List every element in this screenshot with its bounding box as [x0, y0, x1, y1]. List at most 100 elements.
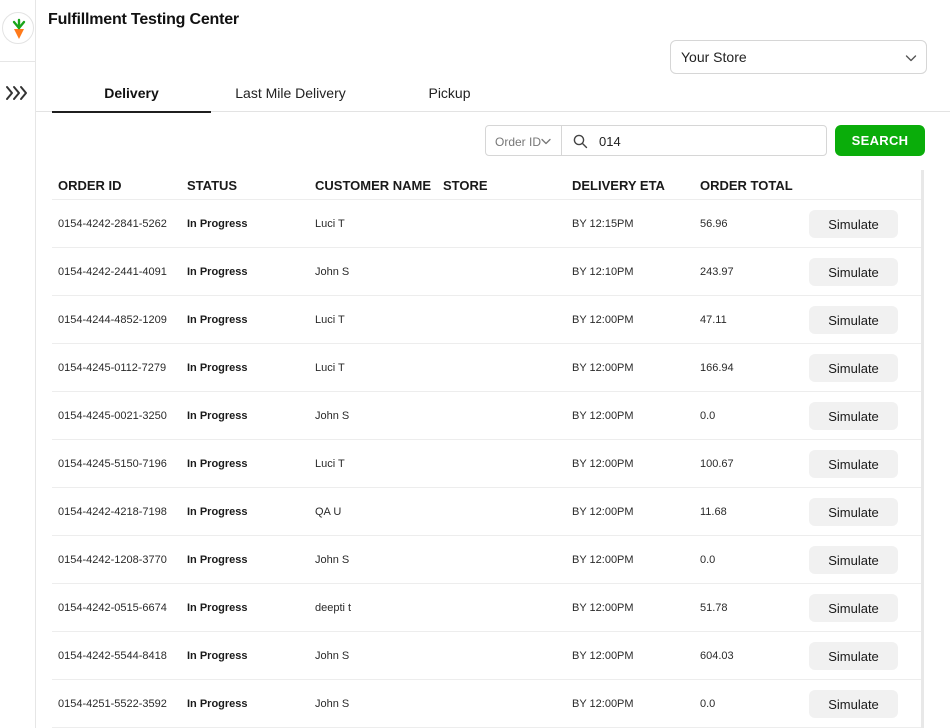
header-delivery-eta: DELIVERY ETA: [572, 178, 665, 193]
table-row: 0154-4242-2441-4091 In Progress John S BY 1…: [52, 248, 921, 296]
cell-status: In Progress: [187, 362, 248, 374]
cell-delivery-eta: BY 12:10PM: [572, 266, 634, 278]
cell-order-total: 166.94: [700, 362, 734, 374]
cell-order-total: 56.96: [700, 218, 728, 230]
cell-customer-name: QA U: [315, 506, 342, 518]
cell-order-id: 0154-4242-5544-8418: [58, 650, 167, 662]
cell-delivery-eta: BY 12:00PM: [572, 650, 634, 662]
cell-customer-name: John S: [315, 266, 350, 278]
tab-delivery[interactable]: Delivery: [52, 85, 211, 113]
simulate-button[interactable]: Simulate: [809, 210, 898, 238]
cell-order-id: 0154-4245-0112-7279: [58, 362, 167, 374]
table-row: 0154-4245-5150-7196 In Progress Luci T BY 1…: [52, 440, 921, 488]
cell-order-id: 0154-4242-4218-7198: [58, 506, 167, 518]
cell-delivery-eta: BY 12:00PM: [572, 314, 634, 326]
chevron-down-icon: [905, 55, 917, 62]
table-row: 0154-4245-0021-3250 In Progress John S BY 1…: [52, 392, 921, 440]
table-row: 0154-4244-4852-1209 In Progress Luci T BY 1…: [52, 296, 921, 344]
cell-delivery-eta: BY 12:00PM: [572, 554, 634, 566]
cell-order-id: 0154-4251-5522-3592: [58, 698, 167, 710]
header-customer-name: CUSTOMER NAME: [315, 178, 432, 193]
table-row: 0154-4242-4218-7198 In Progress QA U BY 12:…: [52, 488, 921, 536]
search-input[interactable]: [599, 131, 819, 151]
simulate-button[interactable]: Simulate: [809, 258, 898, 286]
simulate-button[interactable]: Simulate: [809, 306, 898, 334]
cell-status: In Progress: [187, 650, 248, 662]
search-button[interactable]: SEARCH: [835, 125, 925, 156]
cell-status: In Progress: [187, 410, 248, 422]
cell-order-id: 0154-4245-5150-7196: [58, 458, 167, 470]
cell-status: In Progress: [187, 218, 248, 230]
cell-status: In Progress: [187, 554, 248, 566]
store-select[interactable]: Your Store: [670, 40, 927, 74]
table-row: 0154-4242-0515-6674 In Progress deepti t BY…: [52, 584, 921, 632]
simulate-button[interactable]: Simulate: [809, 498, 898, 526]
tab-pickup[interactable]: Pickup: [370, 85, 529, 112]
tab-last-mile-delivery[interactable]: Last Mile Delivery: [211, 85, 370, 112]
rail-divider: [0, 61, 36, 62]
cell-customer-name: John S: [315, 554, 350, 566]
cell-order-id: 0154-4242-1208-3770: [58, 554, 167, 566]
cell-customer-name: John S: [315, 410, 350, 422]
header-order-total: ORDER TOTAL: [700, 178, 793, 193]
carrot-logo-icon: [12, 18, 26, 39]
simulate-button[interactable]: Simulate: [809, 354, 898, 382]
cell-order-total: 243.97: [700, 266, 734, 278]
simulate-button[interactable]: Simulate: [809, 594, 898, 622]
brand-logo: [2, 12, 34, 44]
table-row: 0154-4251-5522-3592 In Progress John S BY 1…: [52, 680, 921, 728]
cell-delivery-eta: BY 12:00PM: [572, 362, 634, 374]
cell-order-total: 51.78: [700, 602, 728, 614]
cell-delivery-eta: BY 12:15PM: [572, 218, 634, 230]
cell-customer-name: Luci T: [315, 362, 345, 374]
simulate-button[interactable]: Simulate: [809, 642, 898, 670]
table-header: ORDER ID STATUS CUSTOMER NAME STORE DELI…: [52, 170, 921, 200]
page-title: Fulfillment Testing Center: [48, 11, 239, 28]
store-select-label: Your Store: [681, 49, 747, 65]
simulate-button[interactable]: Simulate: [809, 690, 898, 718]
cell-order-total: 604.03: [700, 650, 734, 662]
header-status: STATUS: [187, 178, 238, 193]
cell-order-total: 0.0: [700, 554, 716, 566]
cell-delivery-eta: BY 12:00PM: [572, 602, 634, 614]
search-icon: [573, 134, 588, 149]
cell-customer-name: Luci T: [315, 218, 345, 230]
table-row: 0154-4242-2841-5262 In Progress Luci T BY 1…: [52, 200, 921, 248]
header-store: STORE: [443, 178, 488, 193]
simulate-button[interactable]: Simulate: [809, 450, 898, 478]
cell-customer-name: Luci T: [315, 458, 345, 470]
simulate-button[interactable]: Simulate: [809, 402, 898, 430]
cell-delivery-eta: BY 12:00PM: [572, 458, 634, 470]
cell-delivery-eta: BY 12:00PM: [572, 698, 634, 710]
table-row: 0154-4242-5544-8418 In Progress John S BY 1…: [52, 632, 921, 680]
cell-delivery-eta: BY 12:00PM: [572, 506, 634, 518]
cell-order-total: 0.0: [700, 698, 716, 710]
cell-order-id: 0154-4242-2841-5262: [58, 218, 167, 230]
cell-order-id: 0154-4242-2441-4091: [58, 266, 167, 278]
expand-sidebar-button[interactable]: [4, 82, 32, 104]
cell-status: In Progress: [187, 698, 248, 710]
cell-order-id: 0154-4244-4852-1209: [58, 314, 167, 326]
cell-delivery-eta: BY 12:00PM: [572, 410, 634, 422]
cell-order-total: 100.67: [700, 458, 734, 470]
cell-order-id: 0154-4245-0021-3250: [58, 410, 167, 422]
search-type-select[interactable]: Order ID: [485, 125, 562, 156]
tab-bar: Delivery Last Mile Delivery Pickup: [36, 80, 950, 113]
left-rail: [0, 0, 36, 728]
cell-order-total: 0.0: [700, 410, 716, 422]
chevrons-right-icon: [6, 86, 27, 100]
search-type-label: Order ID: [495, 135, 542, 149]
cell-customer-name: John S: [315, 698, 350, 710]
search-field: [561, 125, 827, 156]
cell-customer-name: Luci T: [315, 314, 345, 326]
chevron-down-icon: [541, 138, 551, 145]
table-row: 0154-4242-1208-3770 In Progress John S BY 1…: [52, 536, 921, 584]
cell-order-total: 11.68: [700, 506, 727, 518]
simulate-button[interactable]: Simulate: [809, 546, 898, 574]
cell-status: In Progress: [187, 506, 248, 518]
cell-customer-name: deepti t: [315, 602, 352, 614]
header-order-id: ORDER ID: [58, 178, 122, 193]
table-row: 0154-4245-0112-7279 In Progress Luci T BY 1…: [52, 344, 921, 392]
cell-status: In Progress: [187, 458, 248, 470]
cell-status: In Progress: [187, 314, 248, 326]
